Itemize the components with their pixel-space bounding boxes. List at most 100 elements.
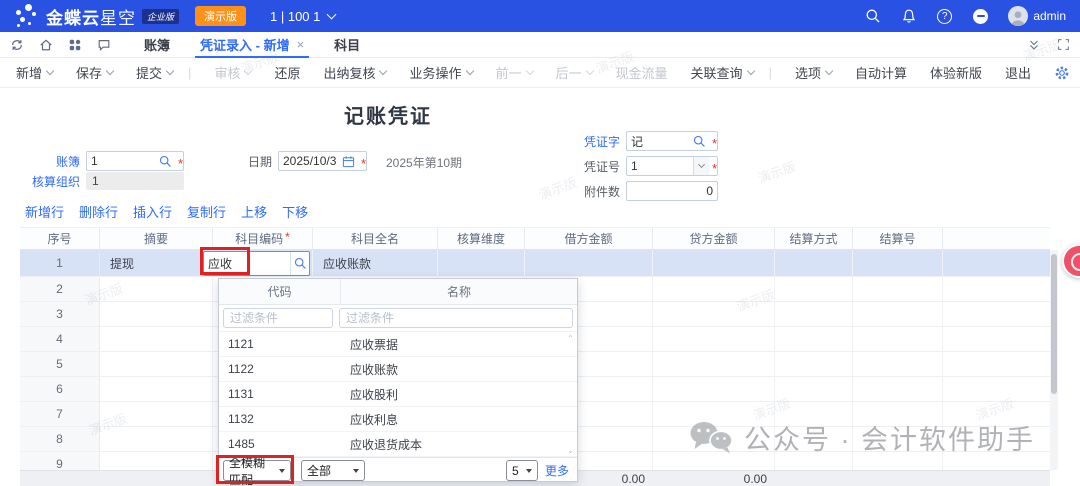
match-mode-select[interactable]: 全模糊匹配 <box>223 460 291 481</box>
cell-settle_method[interactable] <box>775 277 853 301</box>
cell-seq[interactable]: 5 <box>20 352 100 376</box>
lookup-magnifier-icon[interactable] <box>691 132 709 150</box>
chevron-down-icon[interactable] <box>693 157 709 175</box>
account-code-editor[interactable] <box>203 251 310 276</box>
grid-row[interactable]: 1提现应收账款 <box>20 250 1050 277</box>
lookup-row[interactable]: 1121应收票据 <box>219 332 577 357</box>
cell-seq[interactable]: 7 <box>20 402 100 426</box>
tab-account-books[interactable]: 账簿 <box>129 32 185 58</box>
cell-settle_method[interactable] <box>775 327 853 351</box>
voucher-word-label[interactable]: 凭证字 <box>540 133 620 150</box>
close-icon[interactable]: × <box>297 37 305 52</box>
cell-filler[interactable] <box>943 302 1050 326</box>
cell-settle_method[interactable] <box>775 377 853 401</box>
lookup-magnifier-icon[interactable] <box>290 252 309 275</box>
cell-settle_no[interactable] <box>853 402 943 426</box>
cell-summary[interactable] <box>100 452 213 470</box>
lookup-row[interactable]: 1122应收账款 <box>219 357 577 382</box>
cell-settle_method[interactable] <box>775 352 853 376</box>
toolbar-save[interactable]: 保存 <box>76 63 113 82</box>
more-link[interactable]: 更多 <box>545 462 569 479</box>
account-code-input[interactable] <box>204 256 290 270</box>
cell-settle_no[interactable] <box>853 250 943 276</box>
toolbar-cashier-review[interactable]: 出纳复核 <box>323 63 386 82</box>
cell-filler[interactable] <box>943 377 1050 401</box>
cell-seq[interactable]: 8 <box>20 427 100 451</box>
voucher-word-input[interactable] <box>627 132 691 150</box>
search-icon[interactable] <box>864 8 881 25</box>
cell-summary[interactable] <box>100 377 213 401</box>
lookup-magnifier-icon[interactable] <box>157 152 175 170</box>
cell-settle_method[interactable] <box>775 250 853 276</box>
gear-icon[interactable] <box>1054 65 1070 81</box>
cell-seq[interactable]: 2 <box>20 277 100 301</box>
scrollbar-thumb[interactable] <box>1051 254 1057 394</box>
cell-settle_no[interactable] <box>853 302 943 326</box>
cell-credit[interactable] <box>653 352 775 376</box>
toolbar-related-query[interactable]: 关联查询 <box>691 63 754 82</box>
cell-filler[interactable] <box>943 250 1050 276</box>
cell-summary[interactable] <box>100 277 213 301</box>
cell-seq[interactable]: 1 <box>20 250 100 276</box>
cell-settle_method[interactable] <box>775 452 853 470</box>
cell-filler[interactable] <box>943 327 1050 351</box>
move-down-link[interactable]: 下移 <box>282 202 308 221</box>
lookup-row[interactable]: 1132应收利息 <box>219 407 577 432</box>
accounting-org-label[interactable]: 核算组织 <box>0 173 80 190</box>
cell-summary[interactable] <box>100 302 213 326</box>
toolbar-exit[interactable]: 退出 <box>1005 63 1031 82</box>
cell-summary[interactable] <box>100 352 213 376</box>
delete-row-link[interactable]: 删除行 <box>79 202 118 221</box>
code-filter-input[interactable] <box>223 308 333 328</box>
scroll-down-icon[interactable]: ⌄ <box>567 446 574 455</box>
cell-settle_method[interactable] <box>775 302 853 326</box>
tab-accounts[interactable]: 科目 <box>319 32 375 58</box>
cell-filler[interactable] <box>943 277 1050 301</box>
collapse-icon[interactable] <box>1027 38 1041 52</box>
cell-credit[interactable] <box>653 302 775 326</box>
toolbar-options[interactable]: 选项 <box>795 63 832 82</box>
account-book-input[interactable] <box>87 152 157 170</box>
attachments-input[interactable] <box>627 182 717 200</box>
cell-name[interactable]: 应收账款 <box>313 250 438 276</box>
cell-filler[interactable] <box>943 402 1050 426</box>
cell-credit[interactable] <box>653 452 775 470</box>
feedback-icon[interactable] <box>97 38 111 52</box>
toolbar-restore[interactable]: 还原 <box>274 63 300 82</box>
cell-settle_no[interactable] <box>853 427 943 451</box>
toolbar-try-new-version[interactable]: 体验新版 <box>930 63 982 82</box>
toolbar-business-ops[interactable]: 业务操作 <box>409 63 472 82</box>
vertical-scrollbar[interactable] <box>1050 250 1058 470</box>
lookup-row[interactable]: 1131应收股利 <box>219 382 577 407</box>
cell-settle_method[interactable] <box>775 427 853 451</box>
cell-seq[interactable]: 9 <box>20 452 100 470</box>
cell-settle_method[interactable] <box>775 402 853 426</box>
calendar-icon[interactable] <box>340 152 358 170</box>
fullscreen-icon[interactable] <box>1057 38 1070 51</box>
bell-icon[interactable] <box>900 8 917 25</box>
cell-credit[interactable] <box>653 427 775 451</box>
toolbar-auto-calc[interactable]: 自动计算 <box>855 63 907 82</box>
cell-credit[interactable] <box>653 277 775 301</box>
add-row-link[interactable]: 新增行 <box>25 202 64 221</box>
cell-dim[interactable] <box>438 250 525 276</box>
cell-summary[interactable] <box>100 327 213 351</box>
cell-settle_no[interactable] <box>853 277 943 301</box>
cell-filler[interactable] <box>943 352 1050 376</box>
cell-debit[interactable] <box>525 250 653 276</box>
help-icon[interactable]: ? <box>936 8 953 25</box>
tab-voucher-entry-new[interactable]: 凭证录入 - 新增× <box>185 32 319 58</box>
floating-badge[interactable] <box>1062 244 1080 278</box>
scope-select[interactable]: 全部 <box>301 460 365 481</box>
page-size-select[interactable]: 5 <box>506 460 538 481</box>
name-filter-input[interactable] <box>339 308 573 328</box>
cell-seq[interactable]: 4 <box>20 327 100 351</box>
cell-settle_no[interactable] <box>853 327 943 351</box>
cell-code[interactable] <box>213 250 313 276</box>
cell-settle_no[interactable] <box>853 377 943 401</box>
refresh-icon[interactable] <box>10 38 24 52</box>
cell-seq[interactable]: 3 <box>20 302 100 326</box>
cell-filler[interactable] <box>943 452 1050 470</box>
toolbar-new[interactable]: 新增 <box>16 63 53 82</box>
cell-settle_no[interactable] <box>853 352 943 376</box>
